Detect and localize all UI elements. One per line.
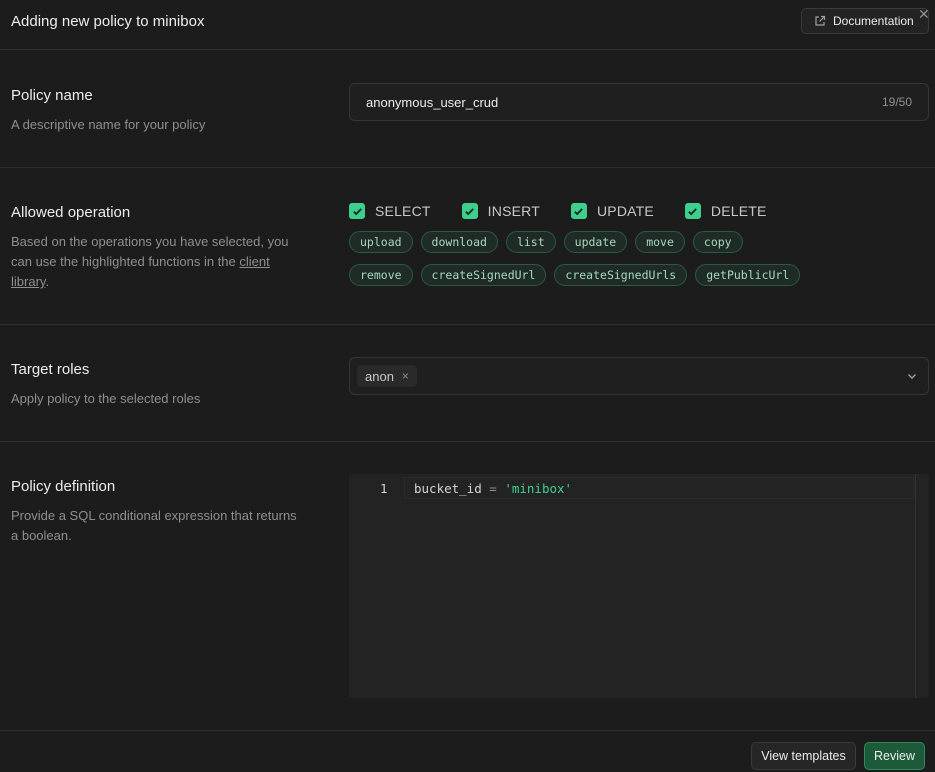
role-tag-label: anon bbox=[365, 368, 394, 384]
checkbox-checked-icon[interactable] bbox=[349, 203, 365, 219]
policy-name-value: anonymous_user_crud bbox=[366, 95, 499, 110]
view-templates-button[interactable]: View templates bbox=[751, 742, 856, 770]
char-counter: 19/50 bbox=[881, 95, 912, 109]
close-icon[interactable]: ✕ bbox=[918, 6, 930, 23]
code-string: 'minibox' bbox=[504, 481, 573, 496]
code-operator: = bbox=[489, 481, 497, 496]
review-button[interactable]: Review bbox=[864, 742, 925, 770]
target-roles-description: Apply policy to the selected roles bbox=[11, 391, 201, 406]
remove-role-icon[interactable]: × bbox=[402, 369, 409, 383]
function-chip: createSignedUrls bbox=[554, 264, 688, 286]
target-roles-select[interactable]: anon × bbox=[349, 357, 929, 395]
checkbox-checked-icon[interactable] bbox=[570, 203, 587, 219]
editor-scrollbar[interactable] bbox=[915, 474, 929, 698]
allowed-operation-description: Based on the operations you have selecte… bbox=[11, 232, 301, 292]
documentation-label: Documentation bbox=[833, 14, 914, 28]
function-chip: update bbox=[563, 231, 628, 253]
operation-update[interactable]: UPDATE bbox=[570, 203, 654, 219]
policy-name-title: Policy name bbox=[11, 87, 93, 104]
role-tag-anon: anon × bbox=[357, 365, 417, 387]
policy-definition-description: Provide a SQL conditional expression tha… bbox=[11, 508, 297, 543]
modal-footer: View templates Review bbox=[0, 730, 935, 772]
function-chip: upload bbox=[349, 231, 413, 253]
function-chip: copy bbox=[692, 231, 743, 253]
target-roles-title: Target roles bbox=[11, 361, 90, 378]
policy-definition-title: Policy definition bbox=[11, 478, 116, 495]
operation-label: UPDATE bbox=[596, 203, 654, 219]
modal-title: Adding new policy to minibox bbox=[11, 13, 205, 30]
external-link-icon bbox=[815, 15, 826, 26]
operation-label: INSERT bbox=[487, 203, 540, 219]
policy-name-section: Policy name A descriptive name for your … bbox=[0, 50, 935, 168]
allowed-operation-title: Allowed operation bbox=[11, 204, 131, 221]
function-chips-row-1: upload download list update move copy bbox=[349, 231, 743, 253]
target-roles-section: Target roles Apply policy to the selecte… bbox=[0, 325, 935, 442]
function-chip: createSignedUrl bbox=[420, 264, 547, 286]
description-period: . bbox=[45, 274, 50, 289]
function-chip: download bbox=[420, 231, 498, 253]
checkbox-checked-icon[interactable] bbox=[461, 203, 478, 219]
documentation-button[interactable]: Documentation bbox=[801, 8, 929, 34]
operation-select[interactable]: SELECT bbox=[349, 203, 431, 219]
function-chip: list bbox=[505, 231, 556, 253]
sql-editor[interactable]: 1 bucket_id = 'minibox' bbox=[349, 474, 929, 698]
modal-header: Adding new policy to minibox Documentati… bbox=[0, 0, 935, 50]
operation-checkboxes: SELECT INSERT UPDATE DELETE bbox=[349, 203, 798, 219]
allowed-operation-section: Allowed operation Based on the operation… bbox=[0, 168, 935, 325]
code-line[interactable]: bucket_id = 'minibox' bbox=[414, 481, 572, 496]
chevron-down-icon bbox=[908, 374, 916, 379]
line-number: 1 bbox=[380, 481, 388, 496]
function-chip: getPublicUrl bbox=[695, 264, 801, 286]
checkbox-checked-icon[interactable] bbox=[684, 203, 701, 219]
code-identifier: bucket_id bbox=[414, 481, 482, 496]
operation-label: SELECT bbox=[375, 203, 431, 219]
operation-label: DELETE bbox=[710, 203, 767, 219]
policy-name-description: A descriptive name for your policy bbox=[11, 117, 206, 132]
operation-delete[interactable]: DELETE bbox=[684, 203, 767, 219]
policy-name-input[interactable]: anonymous_user_crud 19/50 bbox=[349, 83, 929, 121]
operation-insert[interactable]: INSERT bbox=[461, 203, 540, 219]
function-chips-row-2: remove createSignedUrl createSignedUrls … bbox=[349, 264, 801, 286]
function-chip: remove bbox=[349, 264, 413, 286]
function-chip: move bbox=[635, 231, 685, 253]
